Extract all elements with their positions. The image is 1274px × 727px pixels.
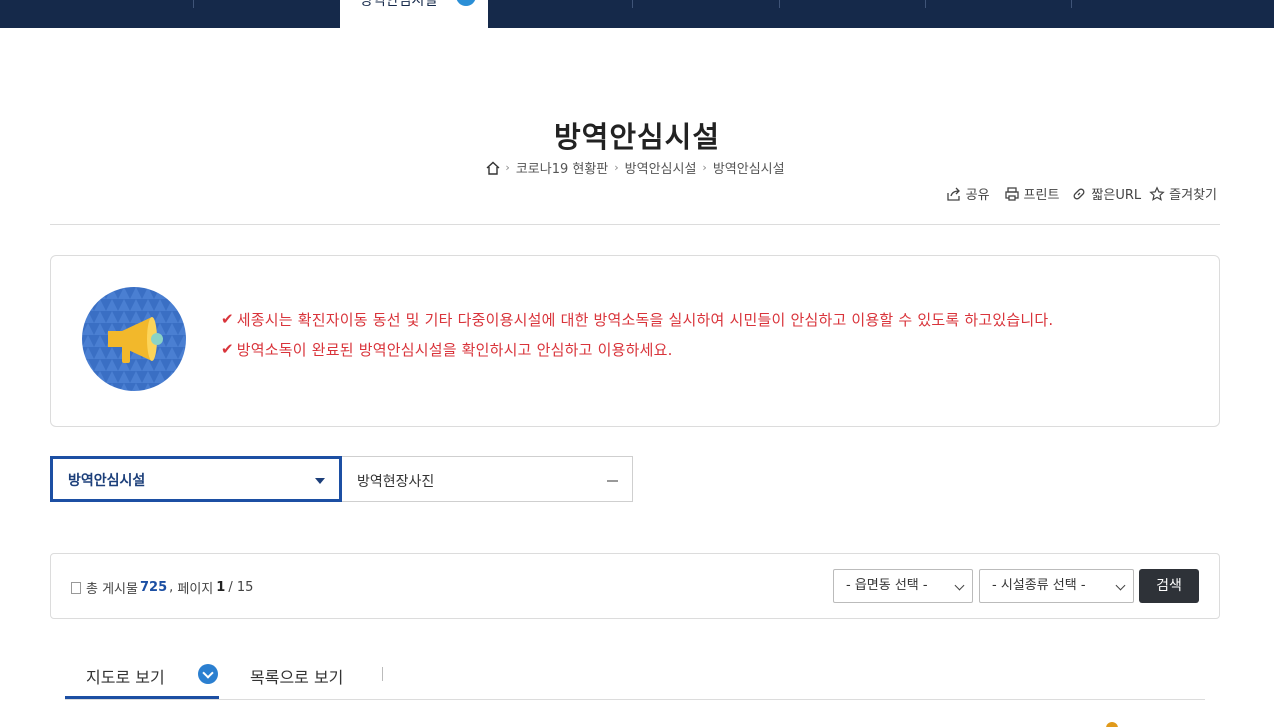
notice-line-text: 방역소독이 완료된 방역안심시설을 확인하시고 안심하고 이용하세요. (236, 340, 673, 359)
current-page: 1 (216, 580, 226, 595)
bookmark-button[interactable]: 즐겨찾기 (1149, 184, 1217, 203)
breadcrumb-arrow-icon: › (614, 161, 619, 174)
link-icon (1073, 188, 1085, 199)
board-search-bar: 총 게시물 725 , 페이지 1 / 15 - 읍면동 선택 - - 시설종류… (50, 553, 1220, 619)
facility-type-select[interactable]: - 시설종류 선택 - (979, 569, 1134, 603)
district-select-value: - 읍면동 선택 - (846, 578, 928, 593)
minus-icon (607, 480, 618, 482)
share-label: 공유 (965, 188, 990, 203)
nav-separator (1071, 0, 1072, 8)
print-button[interactable]: 프린트 (1004, 184, 1060, 203)
chevron-down-icon (954, 580, 965, 591)
chevron-down-icon (1115, 580, 1126, 591)
header-divider (50, 224, 1220, 225)
caret-down-icon (315, 478, 325, 484)
breadcrumb-item[interactable]: 방역안심시설 (713, 158, 785, 177)
search-button[interactable]: 검색 (1139, 569, 1199, 603)
utility-bar: 공유 프린트 짧은URL 즐겨찾기 (938, 184, 1217, 203)
home-icon[interactable] (485, 160, 501, 176)
print-label: 프린트 (1023, 188, 1060, 203)
breadcrumb: › 코로나19 현황판 › 방역안심시설 › 방역안심시설 (0, 158, 1274, 177)
document-icon (71, 581, 81, 594)
page-title: 방역안심시설 (553, 120, 721, 154)
total-count: 725 (139, 580, 168, 595)
nav-separator (632, 0, 633, 8)
share-icon (946, 187, 960, 201)
breadcrumb-item[interactable]: 방역안심시설 (625, 158, 697, 177)
count-comma: , (169, 580, 178, 595)
post-count: 총 게시물 725 , 페이지 1 / 15 (71, 578, 253, 597)
notice-box: ✔ 세종시는 확진자이동 동선 및 기타 다중이용시설에 대한 방역소독을 실시… (50, 255, 1220, 427)
total-label: 총 게시물 (86, 582, 138, 597)
check-icon: ✔ (221, 340, 234, 358)
tab-facility-label: 방역안심시설 (68, 473, 146, 489)
nav-item-label: 방역안심시설 (360, 0, 438, 9)
megaphone-icon (82, 287, 186, 391)
nav-separator (779, 0, 780, 8)
check-icon: ✔ (221, 310, 234, 328)
tab-facility-select[interactable]: 방역안심시설 (50, 456, 342, 502)
nav-separator (925, 0, 926, 8)
top-navigation: 방역안심시설 (0, 0, 1274, 28)
total-pages: / 15 (228, 580, 254, 595)
tab-site-photos-label: 방역현장사진 (357, 474, 435, 490)
star-icon (1149, 185, 1165, 201)
district-select[interactable]: - 읍면동 선택 - (833, 569, 973, 603)
page-label: 페이지 (177, 582, 214, 597)
breadcrumb-arrow-icon: › (702, 161, 707, 174)
tab-map-view[interactable]: 지도로 보기 (86, 664, 165, 688)
tab-list-view[interactable]: 목록으로 보기 (250, 664, 343, 688)
legend-marker-icon (1106, 722, 1118, 727)
view-separator (382, 667, 383, 681)
share-button[interactable]: 공유 (946, 184, 990, 203)
bookmark-label: 즐겨찾기 (1169, 188, 1217, 203)
nav-item-active[interactable]: 방역안심시설 (340, 0, 488, 28)
short-url-label: 짧은URL (1091, 188, 1142, 203)
breadcrumb-item[interactable]: 코로나19 현황판 (516, 158, 608, 177)
notice-line-text: 세종시는 확진자이동 동선 및 기타 다중이용시설에 대한 방역소독을 실시하여… (236, 310, 1054, 329)
check-circle-icon (198, 664, 218, 684)
short-url-button[interactable]: 짧은URL (1071, 184, 1141, 203)
printer-icon (1004, 186, 1019, 201)
active-tab-indicator (65, 696, 219, 699)
view-tabs-baseline (65, 699, 1205, 700)
notice-text: ✔ 세종시는 확진자이동 동선 및 기타 다중이용시설에 대한 방역소독을 실시… (221, 304, 1053, 364)
breadcrumb-arrow-icon: › (505, 161, 510, 174)
nav-separator (193, 0, 194, 8)
notice-line: ✔ 방역소독이 완료된 방역안심시설을 확인하시고 안심하고 이용하세요. (221, 334, 1053, 364)
facility-type-select-value: - 시설종류 선택 - (992, 578, 1086, 593)
nav-active-badge-icon (456, 0, 476, 6)
notice-line: ✔ 세종시는 확진자이동 동선 및 기타 다중이용시설에 대한 방역소독을 실시… (221, 304, 1053, 334)
tab-site-photos[interactable]: 방역현장사진 (342, 456, 633, 502)
